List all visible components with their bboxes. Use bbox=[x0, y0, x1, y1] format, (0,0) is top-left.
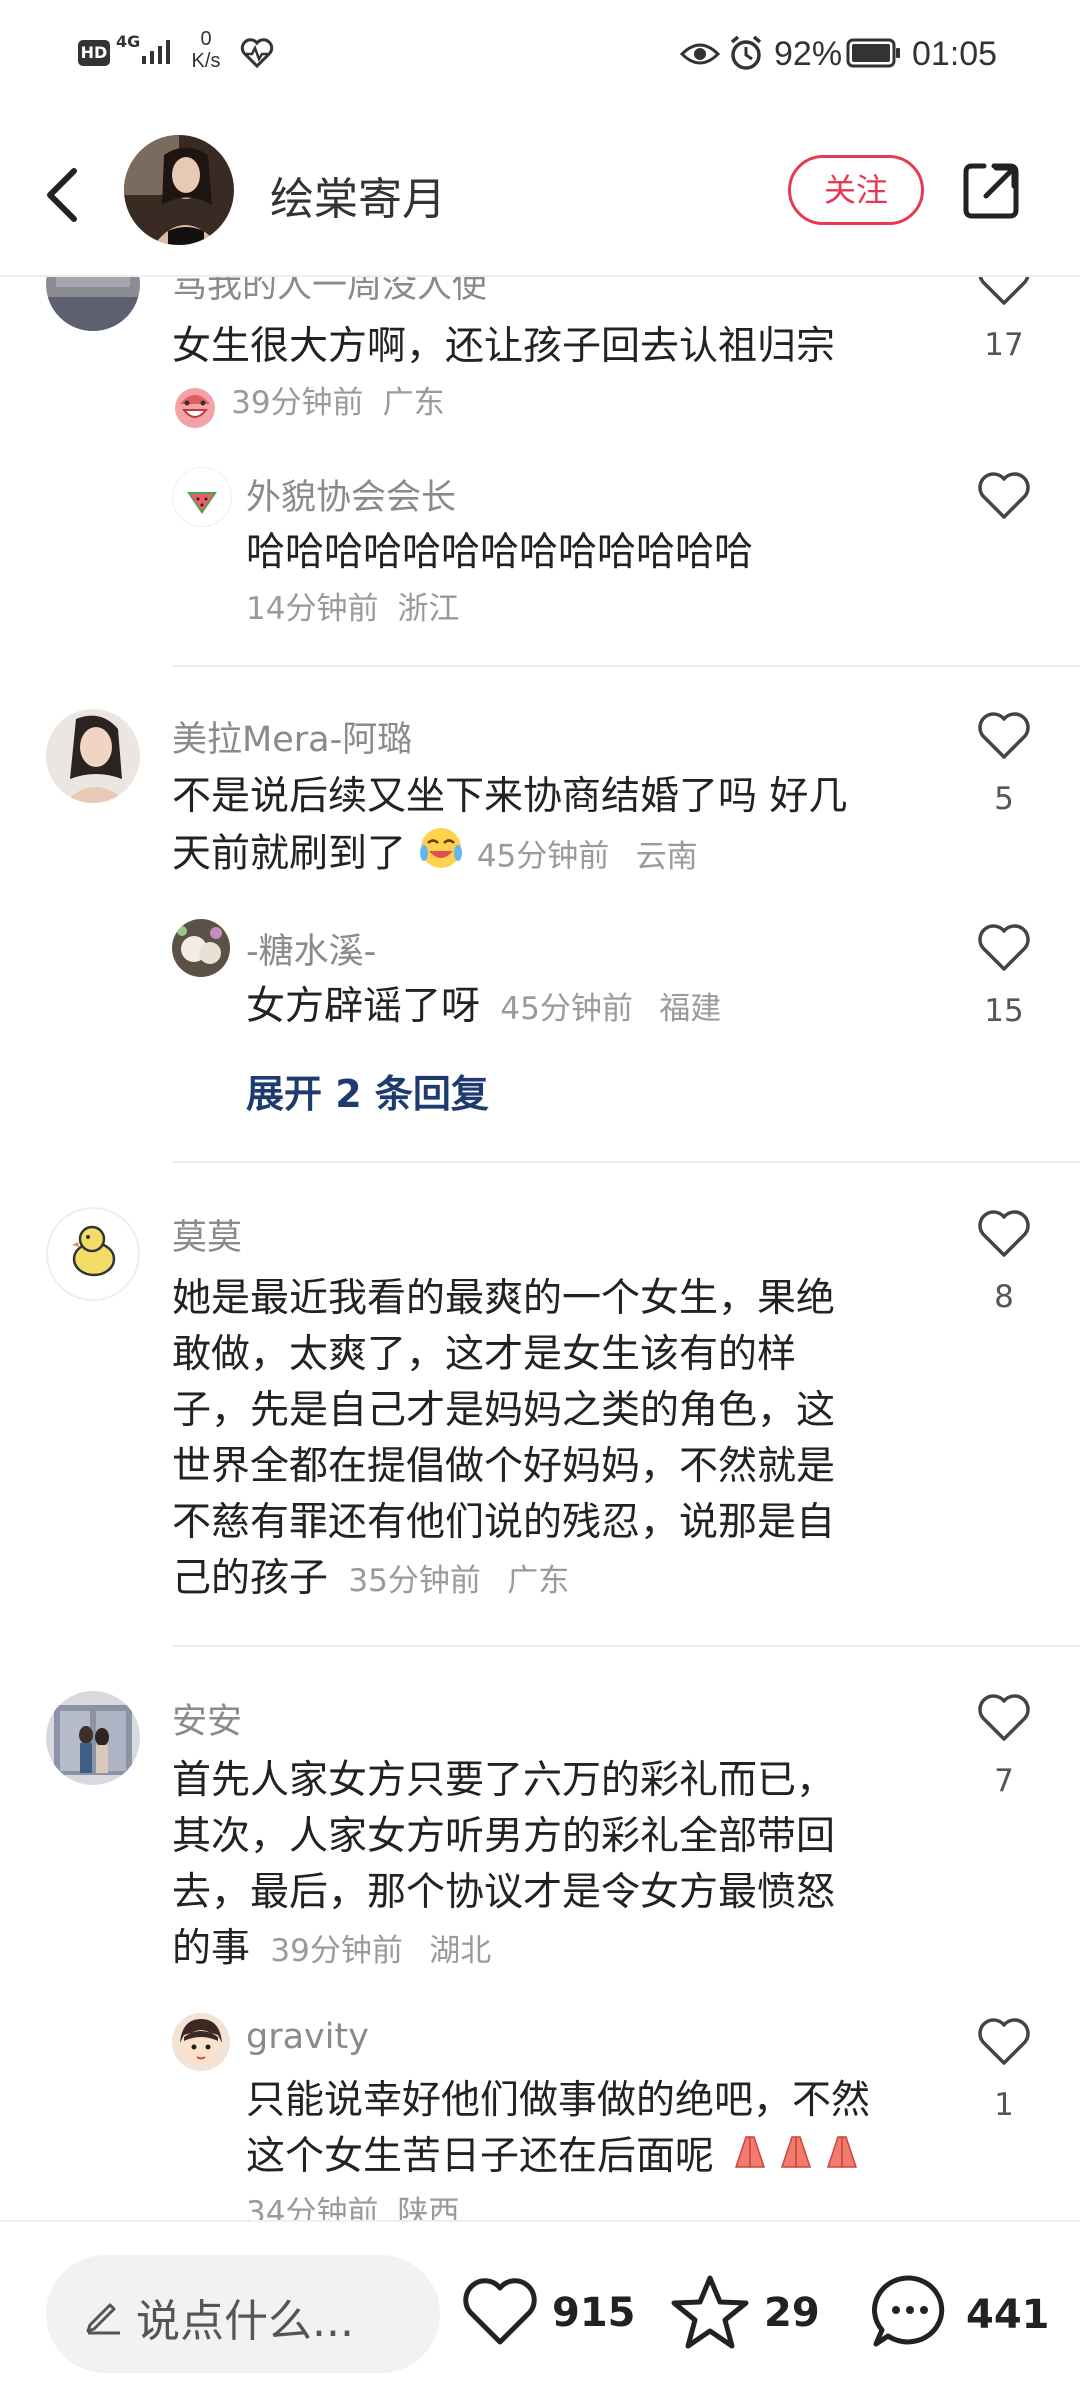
follow-button[interactable]: 关注 bbox=[788, 155, 924, 225]
comment-text-line: 不是说后续又坐下来协商结婚了吗 好几 bbox=[172, 774, 848, 819]
chevron-left-icon bbox=[47, 168, 77, 222]
comment-location: 广东 bbox=[507, 1563, 570, 1599]
reply-text[interactable]: 女方辟谣了呀 45分钟前 福建 bbox=[246, 979, 721, 1037]
comment-time: 39分钟前 bbox=[231, 385, 364, 421]
like-count: 7 bbox=[994, 1763, 1014, 1799]
comment-list[interactable]: 骂我的人一周没人使 女生很大方啊，还让孩子回去认祖归宗 39分钟前 广东 17 … bbox=[0, 277, 1080, 2220]
comment-time: 45分钟前 bbox=[476, 838, 610, 875]
like-button[interactable] bbox=[976, 1209, 1032, 1259]
reply-time: 14分钟前 bbox=[246, 591, 379, 627]
comment-text[interactable]: 首先人家女方只要了六万的彩礼而已， 其次，人家女方听男方的彩礼全部带回 去，最后… bbox=[172, 1753, 932, 1979]
like-button[interactable] bbox=[976, 711, 1032, 761]
reply-avatar[interactable] bbox=[172, 919, 230, 977]
divider bbox=[172, 665, 1080, 667]
comment-text[interactable]: 不是说后续又坐下来协商结婚了吗 好几 天前就刷到了 45分钟前 云南 bbox=[172, 769, 932, 887]
comment-username[interactable]: 安安 bbox=[172, 1693, 242, 1744]
comment-avatar[interactable] bbox=[46, 277, 140, 331]
health-icon bbox=[240, 38, 274, 72]
reply-location: 福建 bbox=[659, 991, 722, 1027]
reply-text[interactable]: 只能说幸好他们做事做的绝吧，不然 这个女生苦日子还在后面呢 bbox=[246, 2073, 946, 2187]
heart-icon bbox=[978, 472, 1030, 519]
author-avatar[interactable] bbox=[124, 135, 234, 245]
clock: 01:05 bbox=[912, 35, 998, 73]
reply-text[interactable]: 哈哈哈哈哈哈哈哈哈哈哈哈哈 bbox=[246, 525, 753, 581]
reply-meta: 14分钟前 浙江 bbox=[246, 583, 460, 628]
reply-time: 45分钟前 bbox=[500, 991, 633, 1027]
alarm-icon bbox=[728, 34, 764, 76]
like-button[interactable] bbox=[976, 1693, 1032, 1743]
like-post-button[interactable]: 915 bbox=[460, 2272, 636, 2352]
comment-text[interactable]: 她是最近我看的最爽的一个女生，果绝 敢做，太爽了，这才是女生该有的样 子，先是自… bbox=[172, 1271, 932, 1609]
like-button[interactable] bbox=[976, 471, 1032, 521]
share-button[interactable] bbox=[960, 160, 1022, 226]
expand-replies-link[interactable]: 展开 2 条回复 bbox=[246, 1063, 489, 1118]
network-speed: 0 K/s bbox=[191, 28, 221, 72]
hd-icon: HD bbox=[78, 40, 110, 66]
heart-icon bbox=[978, 2018, 1030, 2065]
favorite-count: 29 bbox=[764, 2290, 820, 2336]
heart-icon bbox=[978, 1694, 1030, 1741]
like-count: 8 bbox=[994, 1279, 1014, 1315]
star-icon bbox=[671, 2275, 749, 2349]
crying-laugh-emoji-icon bbox=[418, 825, 464, 887]
like-button[interactable] bbox=[976, 923, 1032, 973]
bottom-bar: 说点什么... 915 29 441 bbox=[0, 2220, 1080, 2402]
comment-time: 39分钟前 bbox=[270, 1933, 403, 1969]
reply-location: 浙江 bbox=[397, 591, 460, 627]
status-bar: HD 4G 0 K/s 92% 01:05 bbox=[0, 0, 1080, 105]
like-button[interactable] bbox=[976, 277, 1032, 307]
heart-icon bbox=[978, 712, 1030, 759]
comment-time: 35分钟前 bbox=[348, 1563, 481, 1599]
divider bbox=[172, 1645, 1080, 1647]
reply-username[interactable]: gravity bbox=[246, 2017, 369, 2057]
back-button[interactable] bbox=[30, 155, 90, 235]
comment-location: 广东 bbox=[382, 385, 445, 421]
reply-location: 陕西 bbox=[397, 2195, 460, 2220]
like-button[interactable] bbox=[976, 2017, 1032, 2067]
heart-icon bbox=[978, 924, 1030, 971]
favorite-button[interactable]: 29 bbox=[670, 2270, 820, 2354]
comment-input-placeholder: 说点什么... bbox=[136, 2296, 354, 2347]
like-count: 1 bbox=[994, 2087, 1014, 2123]
author-name: 绘棠寄月 bbox=[270, 174, 446, 225]
comment-count: 441 bbox=[966, 2292, 1050, 2338]
grin-emoji-icon bbox=[172, 384, 218, 434]
comment-avatar[interactable] bbox=[46, 1207, 140, 1301]
comments-button[interactable]: 441 bbox=[868, 2270, 1058, 2354]
like-count: 5 bbox=[994, 781, 1014, 817]
comment-input[interactable]: 说点什么... bbox=[46, 2255, 440, 2373]
heart-icon bbox=[978, 1210, 1030, 1257]
comment-location: 云南 bbox=[635, 838, 698, 875]
share-icon bbox=[963, 163, 1019, 219]
comment-username[interactable]: 骂我的人一周没人使 bbox=[172, 277, 487, 308]
comment-meta: 39分钟前 广东 bbox=[172, 377, 445, 428]
reply-avatar[interactable] bbox=[172, 2013, 230, 2071]
comment-location: 湖北 bbox=[429, 1933, 492, 1969]
header: 绘棠寄月 关注 bbox=[0, 105, 1080, 277]
comment-avatar[interactable] bbox=[46, 709, 140, 803]
pray-emoji-icon bbox=[726, 2131, 866, 2187]
comment-username[interactable]: 莫莫 bbox=[172, 1209, 242, 1260]
reply-time: 34分钟前 bbox=[246, 2195, 379, 2220]
like-count: 15 bbox=[984, 993, 1024, 1029]
comment-avatar[interactable] bbox=[46, 1691, 140, 1785]
pencil-icon bbox=[86, 2303, 120, 2335]
reply-avatar[interactable] bbox=[172, 467, 232, 527]
reply-meta: 34分钟前 陕西 bbox=[246, 2187, 460, 2220]
chat-bubble-icon bbox=[872, 2275, 945, 2347]
signal-icon: 4G bbox=[116, 30, 176, 70]
eye-icon bbox=[679, 40, 721, 72]
heart-icon bbox=[978, 277, 1030, 305]
comment-text[interactable]: 女生很大方啊，还让孩子回去认祖归宗 bbox=[172, 319, 835, 375]
reply-username[interactable]: 外貌协会会长 bbox=[246, 469, 456, 520]
like-count: 17 bbox=[984, 327, 1024, 363]
battery-icon bbox=[846, 38, 902, 72]
like-post-count: 915 bbox=[552, 2290, 636, 2336]
comment-text-line: 天前就刷到了 45分钟前 云南 bbox=[172, 825, 932, 887]
reply-username[interactable]: -糖水溪- bbox=[246, 923, 376, 974]
divider bbox=[172, 1161, 1080, 1163]
battery-percent: 92% bbox=[774, 35, 843, 73]
heart-icon bbox=[463, 2278, 537, 2345]
comment-username[interactable]: 美拉Mera-阿璐 bbox=[172, 711, 412, 762]
